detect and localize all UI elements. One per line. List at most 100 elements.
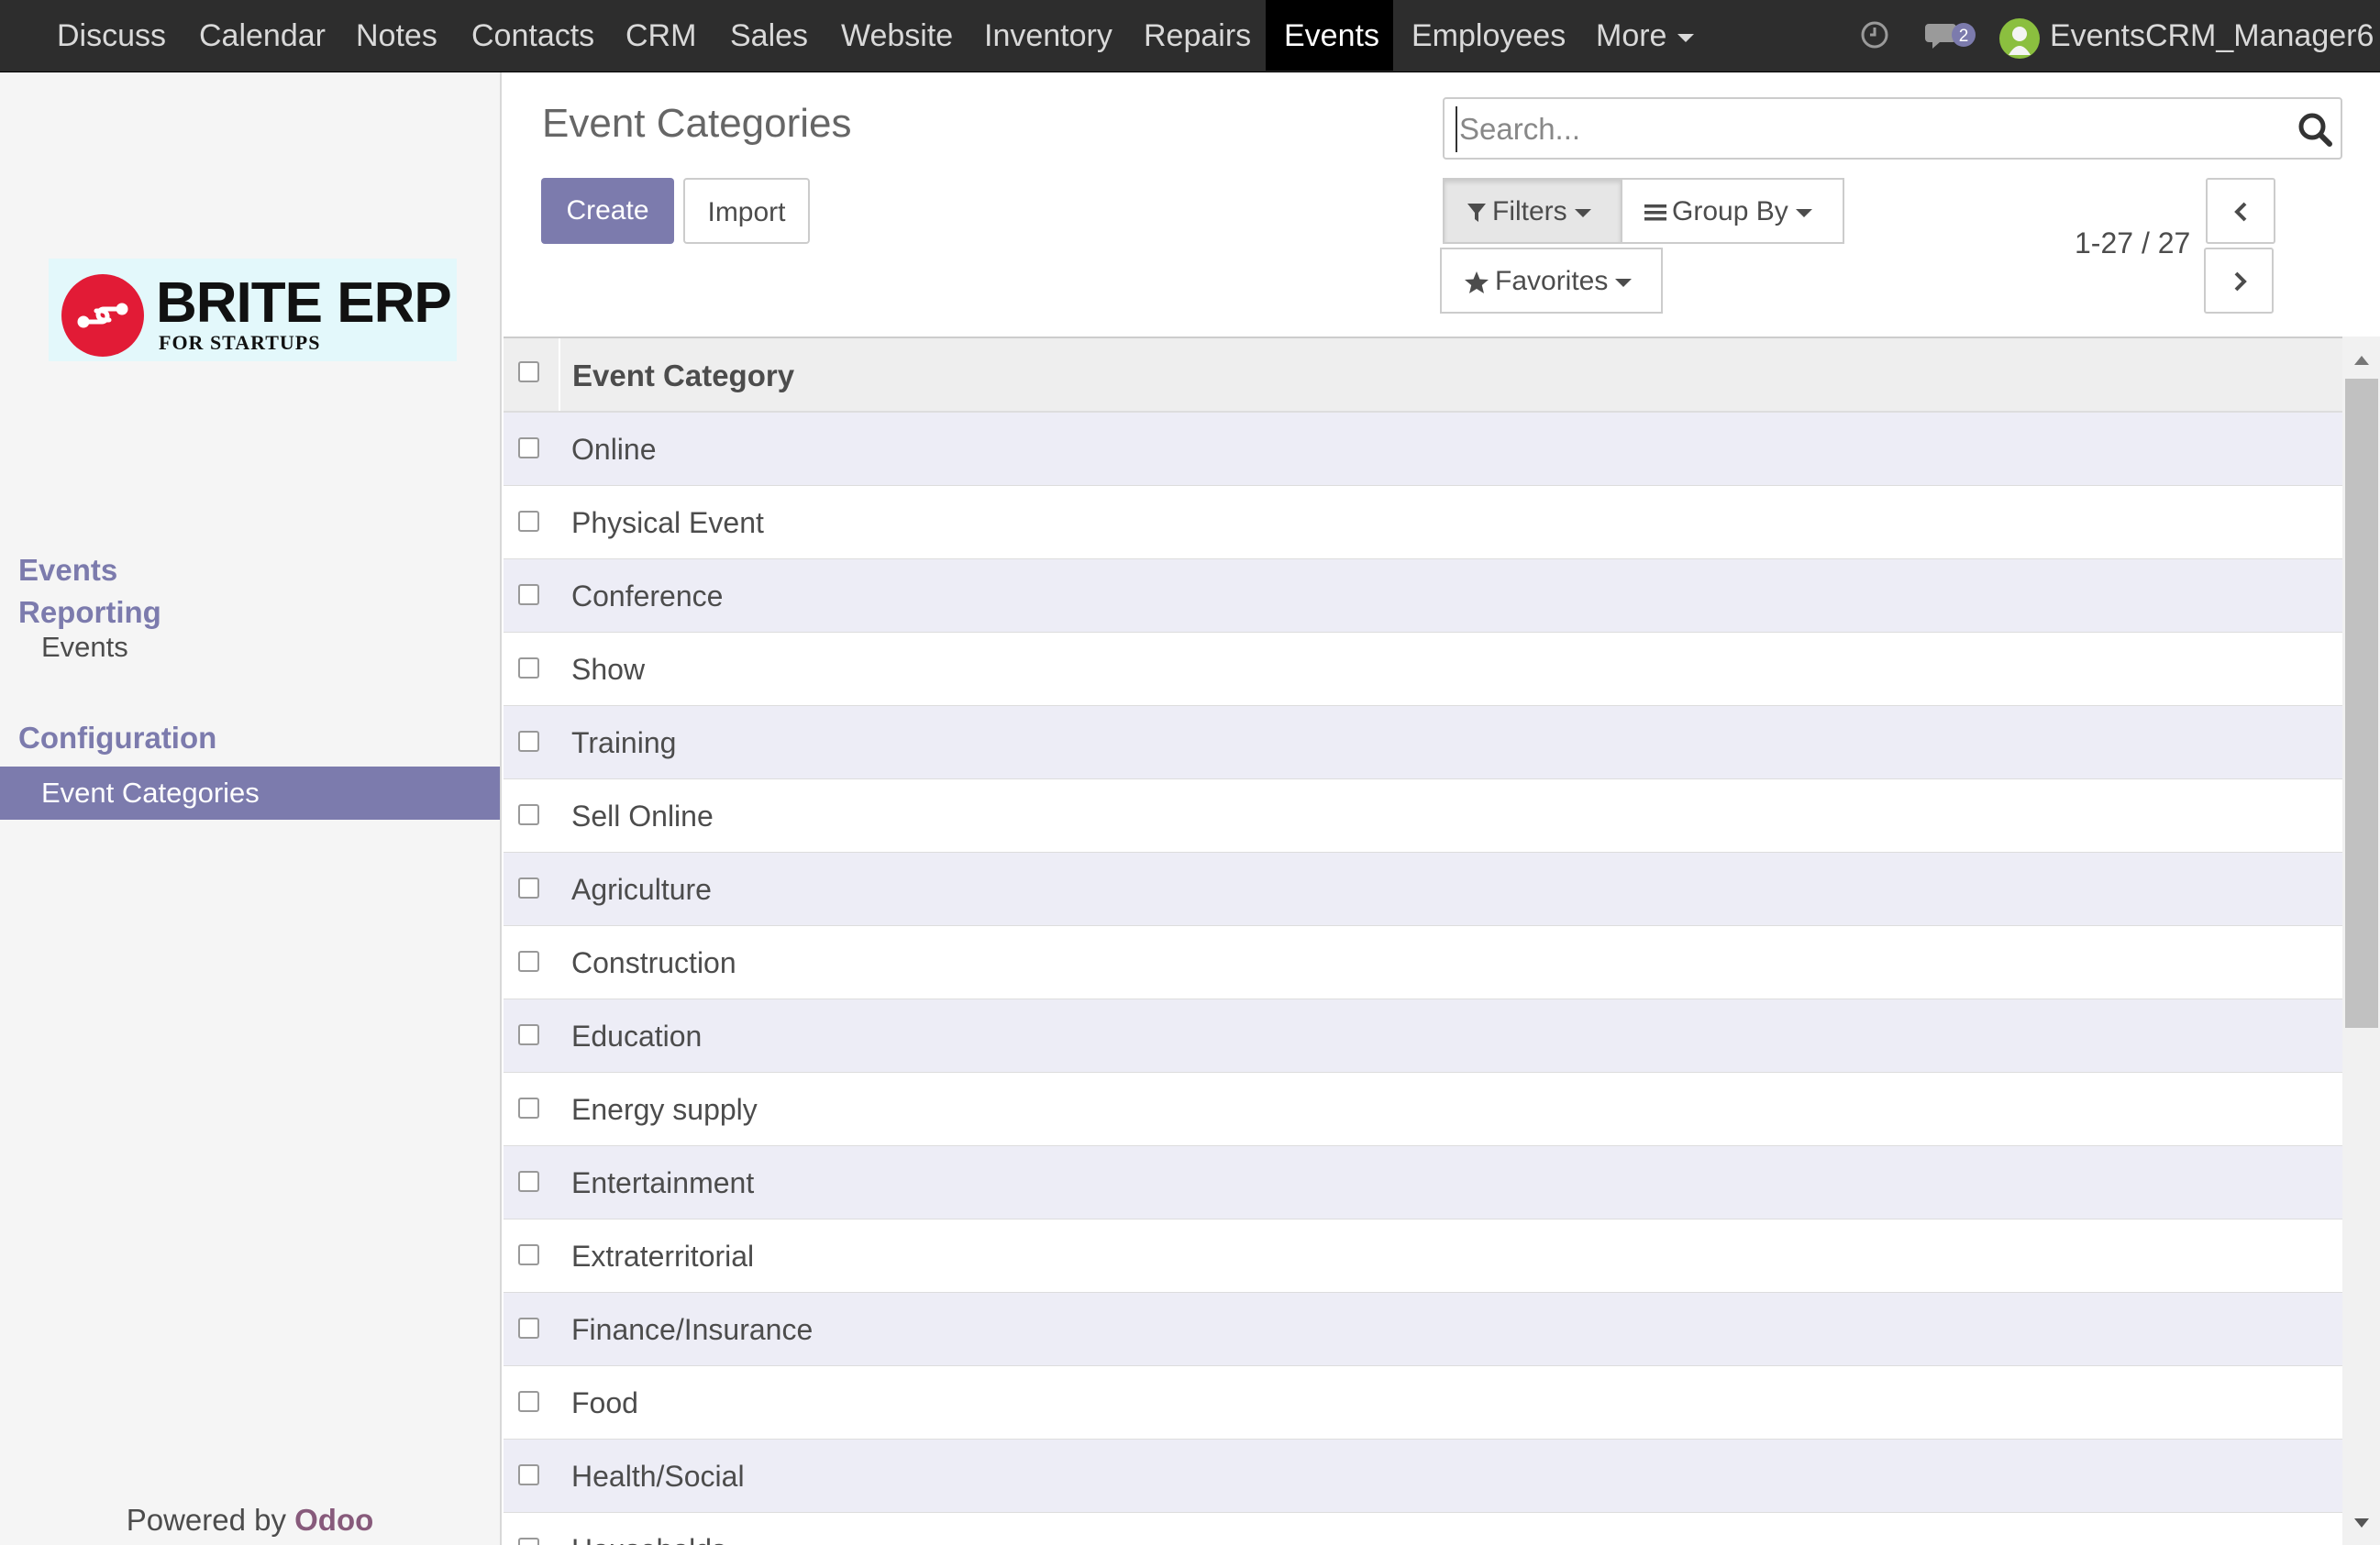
select-all-checkbox[interactable] bbox=[518, 361, 539, 382]
row-checkbox[interactable] bbox=[518, 584, 539, 605]
row-label: Construction bbox=[571, 946, 736, 979]
row-checkbox[interactable] bbox=[518, 804, 539, 825]
page-title: Event Categories bbox=[542, 101, 852, 146]
sidebar-item-events[interactable]: Events bbox=[0, 621, 500, 674]
row-checkbox[interactable] bbox=[518, 657, 539, 679]
row-label: Households bbox=[571, 1513, 726, 1545]
row-label: Extraterritorial bbox=[571, 1240, 755, 1273]
row-checkbox[interactable] bbox=[518, 1318, 539, 1339]
row-label: Agriculture bbox=[571, 873, 712, 906]
table-row[interactable]: Sell Online bbox=[504, 779, 2342, 853]
nav-item-website[interactable]: Website bbox=[823, 0, 971, 71]
scroll-down-icon[interactable] bbox=[2353, 1517, 2370, 1528]
nav-item-calendar[interactable]: Calendar bbox=[181, 0, 344, 71]
column-header-event-category[interactable]: Event Category bbox=[572, 338, 794, 413]
filter-icon bbox=[1467, 204, 1486, 223]
filters-button[interactable]: Filters bbox=[1443, 178, 1622, 244]
search-box bbox=[1443, 97, 2342, 160]
search-input[interactable] bbox=[1456, 106, 2286, 152]
table-row[interactable]: Entertainment bbox=[504, 1146, 2342, 1219]
scrollbar-thumb[interactable] bbox=[2345, 379, 2378, 1028]
row-label: Online bbox=[571, 433, 657, 466]
bars-icon bbox=[1644, 204, 1666, 221]
row-label: Education bbox=[571, 1020, 703, 1053]
row-checkbox[interactable] bbox=[518, 731, 539, 752]
table-row[interactable]: Show bbox=[504, 633, 2342, 706]
nav-item-sales[interactable]: Sales bbox=[712, 0, 826, 71]
table-row[interactable]: Energy supply bbox=[504, 1073, 2342, 1146]
row-checkbox[interactable] bbox=[518, 1244, 539, 1265]
scrollbar[interactable] bbox=[2342, 337, 2380, 1545]
row-checkbox[interactable] bbox=[518, 511, 539, 532]
table-row[interactable]: Education bbox=[504, 999, 2342, 1073]
chevron-down-icon bbox=[1574, 208, 1591, 217]
pager-previous-button[interactable] bbox=[2206, 178, 2275, 244]
row-label: Conference bbox=[571, 579, 724, 612]
star-icon bbox=[1465, 271, 1489, 294]
row-label: Finance/Insurance bbox=[571, 1313, 814, 1346]
table-row[interactable]: Extraterritorial bbox=[504, 1219, 2342, 1293]
sidebar-item-event-categories[interactable]: Event Categories bbox=[0, 767, 500, 820]
nav-item-crm[interactable]: CRM bbox=[607, 0, 714, 71]
nav-item-notes[interactable]: Notes bbox=[338, 0, 456, 71]
avatar[interactable] bbox=[1999, 18, 2040, 59]
table-row[interactable]: Households bbox=[504, 1513, 2342, 1545]
nav-item-repairs[interactable]: Repairs bbox=[1125, 0, 1269, 71]
table-row[interactable]: Food bbox=[504, 1366, 2342, 1440]
chevron-down-icon bbox=[1677, 33, 1695, 42]
pager-value[interactable]: 1-27 / 27 bbox=[2075, 226, 2190, 260]
row-checkbox[interactable] bbox=[518, 1464, 539, 1485]
row-checkbox[interactable] bbox=[518, 951, 539, 972]
row-checkbox[interactable] bbox=[518, 437, 539, 458]
row-label: Training bbox=[571, 726, 677, 759]
table-row[interactable]: Conference bbox=[504, 559, 2342, 633]
logo-emblem-icon bbox=[61, 274, 144, 357]
row-checkbox[interactable] bbox=[518, 1024, 539, 1045]
table-row[interactable]: Training bbox=[504, 706, 2342, 779]
nav-more-menu[interactable]: More bbox=[1577, 0, 1712, 71]
odoo-link[interactable]: Odoo bbox=[294, 1503, 373, 1537]
row-checkbox[interactable] bbox=[518, 1538, 539, 1545]
table-row[interactable]: Physical Event bbox=[504, 486, 2342, 559]
groupby-button[interactable]: Group By bbox=[1621, 178, 1844, 244]
nav-item-employees[interactable]: Employees bbox=[1393, 0, 1584, 71]
search-icon[interactable] bbox=[2296, 110, 2334, 149]
logo-subtitle: FOR STARTUPS bbox=[159, 331, 321, 354]
company-logo: BRITE ERP FOR STARTUPS bbox=[49, 259, 457, 361]
table-row[interactable]: Health/Social bbox=[504, 1440, 2342, 1513]
table-row[interactable]: Online bbox=[504, 413, 2342, 486]
chevron-left-icon bbox=[2234, 202, 2247, 222]
row-checkbox[interactable] bbox=[518, 1098, 539, 1119]
nav-item-events[interactable]: Events bbox=[1266, 0, 1393, 71]
chevron-down-icon bbox=[1615, 278, 1633, 287]
table-row[interactable]: Finance/Insurance bbox=[504, 1293, 2342, 1366]
groupby-label: Group By bbox=[1672, 196, 1788, 226]
nav-item-inventory[interactable]: Inventory bbox=[966, 0, 1131, 71]
favorites-button[interactable]: Favorites bbox=[1440, 248, 1663, 314]
chat-icon[interactable]: 2 bbox=[1925, 18, 1976, 53]
nav-item-contacts[interactable]: Contacts bbox=[453, 0, 613, 71]
user-menu[interactable]: EventsCRM_Manager6 bbox=[2050, 0, 2374, 72]
row-checkbox[interactable] bbox=[518, 1171, 539, 1192]
table-row[interactable]: Construction bbox=[504, 926, 2342, 999]
list-header: Event Category bbox=[504, 338, 2342, 413]
sidebar-heading-events[interactable]: Events bbox=[18, 553, 117, 588]
create-button[interactable]: Create bbox=[541, 178, 674, 244]
chat-count-badge: 2 bbox=[1959, 27, 1969, 46]
import-button[interactable]: Import bbox=[683, 178, 810, 244]
scroll-up-icon[interactable] bbox=[2353, 355, 2370, 366]
row-checkbox[interactable] bbox=[518, 1391, 539, 1412]
sidebar-heading-configuration[interactable]: Configuration bbox=[18, 721, 216, 756]
row-checkbox[interactable] bbox=[518, 877, 539, 899]
list-view: Event Category Online Physical Event Con… bbox=[504, 337, 2342, 1545]
chevron-down-icon bbox=[1795, 208, 1812, 217]
nav-more-label: More bbox=[1596, 18, 1667, 53]
pager-next-button[interactable] bbox=[2204, 248, 2274, 314]
top-navbar: Discuss Calendar Notes Contacts CRM Sale… bbox=[0, 0, 2380, 72]
row-label: Entertainment bbox=[571, 1166, 755, 1199]
chevron-right-icon bbox=[2234, 271, 2247, 292]
clock-icon[interactable] bbox=[1860, 20, 1889, 50]
row-label: Sell Online bbox=[571, 800, 714, 833]
nav-item-discuss[interactable]: Discuss bbox=[39, 0, 184, 71]
table-row[interactable]: Agriculture bbox=[504, 853, 2342, 926]
